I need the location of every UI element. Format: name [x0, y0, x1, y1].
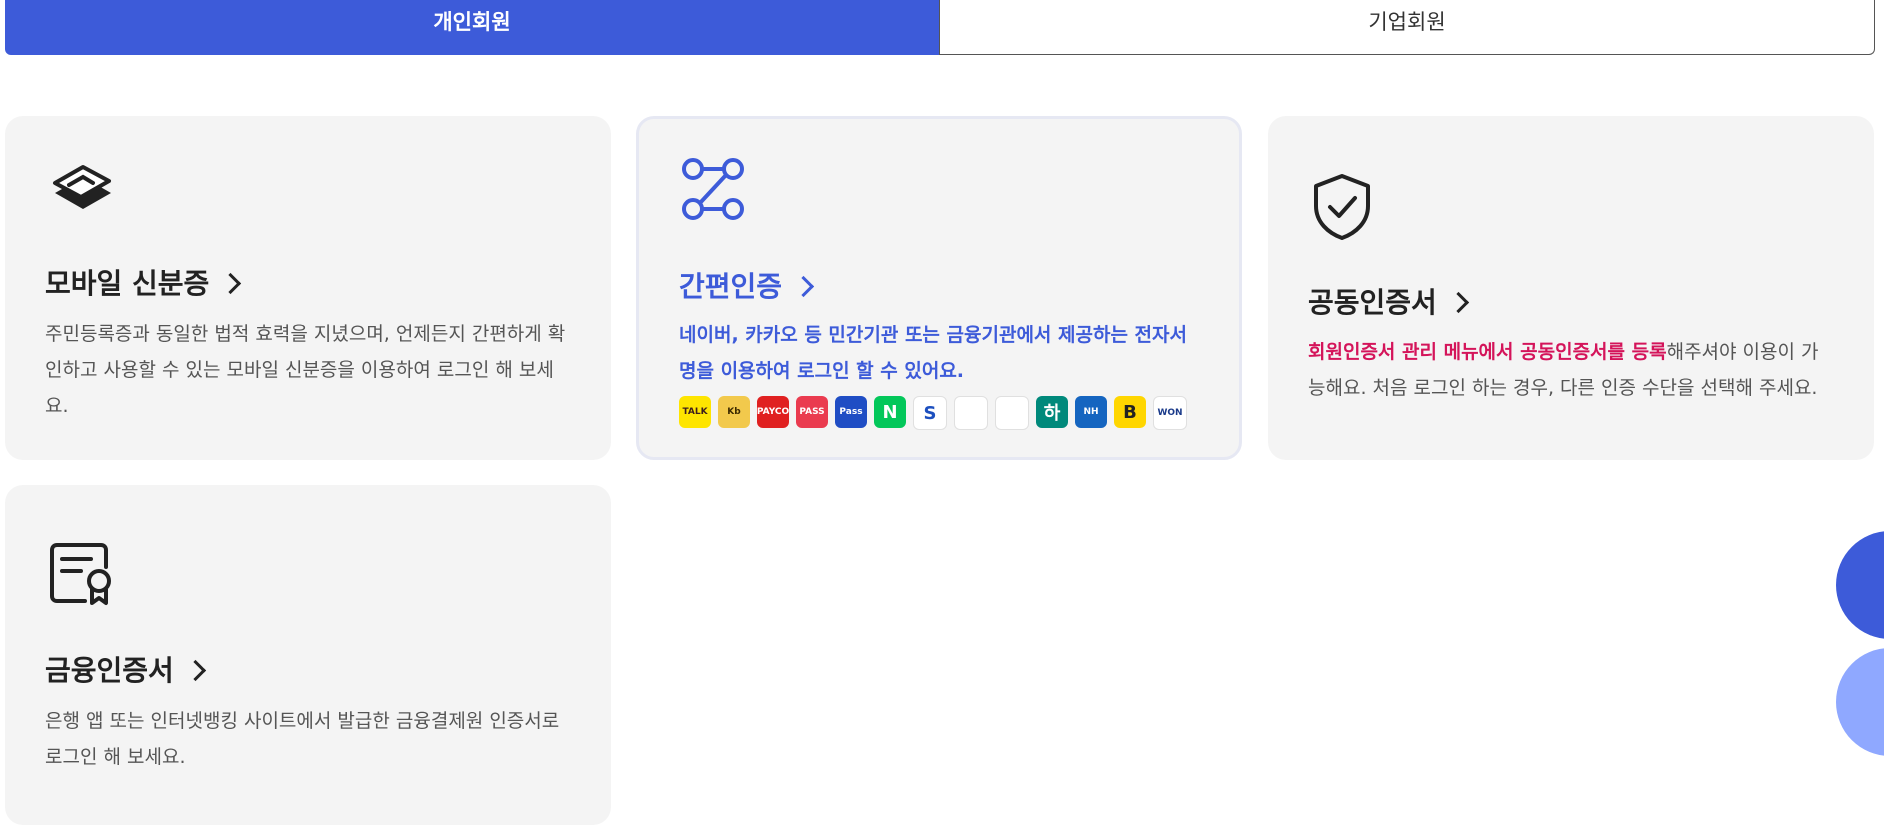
woori-won-logo: WON	[1153, 396, 1187, 430]
chevron-right-icon	[1447, 291, 1469, 313]
naver-logo: N	[874, 396, 906, 428]
chevron-right-icon	[184, 659, 206, 681]
simple-auth-title[interactable]: 간편인증	[679, 265, 815, 305]
financial-cert-title[interactable]: 금융인증서	[45, 649, 206, 689]
kakao-talk-logo: TALK	[679, 396, 711, 428]
joint-cert-register-link[interactable]: 회원인증서 관리 메뉴에서 공동인증서를 등록	[1308, 341, 1667, 363]
mobile-id-title-text: 모바일 신분증	[45, 267, 210, 300]
joint-cert-title-text: 공동인증서	[1308, 286, 1437, 319]
floating-button-top[interactable]	[1836, 531, 1884, 639]
joint-cert-title[interactable]: 공동인증서	[1308, 281, 1469, 321]
kb-logo: Kb	[718, 396, 750, 428]
mobile-id-icon	[53, 165, 111, 209]
shinhan-logo: S	[913, 396, 947, 430]
samsung-pass-logo: Pass	[835, 396, 867, 428]
chevron-right-icon	[792, 275, 815, 297]
mobile-id-description: 주민등록증과 동일한 법적 효력을 지녔으며, 언제든지 간편하게 확인하고 사…	[45, 323, 566, 417]
simple-auth-icon	[682, 158, 744, 220]
financial-cert-title-text: 금융인증서	[45, 654, 174, 687]
card-joint-cert[interactable]: 공동인증서 회원인증서 관리 메뉴에서 공동인증서를 등록해주셔야 이용이 가능…	[1268, 116, 1874, 460]
nh-logo: NH	[1075, 396, 1107, 428]
certificate-icon	[50, 543, 111, 605]
floating-button-bottom[interactable]	[1836, 648, 1884, 756]
card-financial-cert[interactable]: 금융인증서 은행 앱 또는 인터넷뱅킹 사이트에서 발급한 금융결제원 인증서로…	[5, 485, 611, 825]
tab-corporate[interactable]: 기업회원	[939, 0, 1875, 55]
kakaobank-logo	[995, 396, 1029, 430]
hana-logo: 하	[1036, 396, 1068, 428]
provider-logos: TALK Kb PAYCO PASS Pass N S 하 NH B WON	[679, 396, 1187, 430]
joint-cert-description: 회원인증서 관리 메뉴에서 공동인증서를 등록해주셔야 이용이 가능해요. 처음…	[1308, 334, 1834, 406]
card-simple-auth[interactable]: 간편인증 네이버, 카카오 등 민간기관 또는 금융기관에서 제공하는 전자서명…	[636, 116, 1242, 460]
mobile-id-title[interactable]: 모바일 신분증	[45, 262, 242, 302]
financial-cert-description: 은행 앱 또는 인터넷뱅킹 사이트에서 발급한 금융결제원 인증서로 로그인 해…	[45, 710, 560, 768]
simple-auth-description: 네이버, 카카오 등 민간기관 또는 금융기관에서 제공하는 전자서명을 이용하…	[679, 324, 1188, 382]
member-type-tabs: 개인회원 기업회원	[5, 0, 1875, 55]
toss-logo	[954, 396, 988, 430]
simple-auth-title-text: 간편인증	[679, 270, 783, 303]
payco-logo: PAYCO	[757, 396, 789, 428]
card-mobile-id[interactable]: 모바일 신분증 주민등록증과 동일한 법적 효력을 지녔으며, 언제든지 간편하…	[5, 116, 611, 460]
chevron-right-icon	[220, 272, 242, 294]
shield-check-icon	[1314, 174, 1370, 240]
banksalad-logo: B	[1114, 396, 1146, 428]
pass-logo: PASS	[796, 396, 828, 428]
tab-personal[interactable]: 개인회원	[5, 0, 939, 55]
